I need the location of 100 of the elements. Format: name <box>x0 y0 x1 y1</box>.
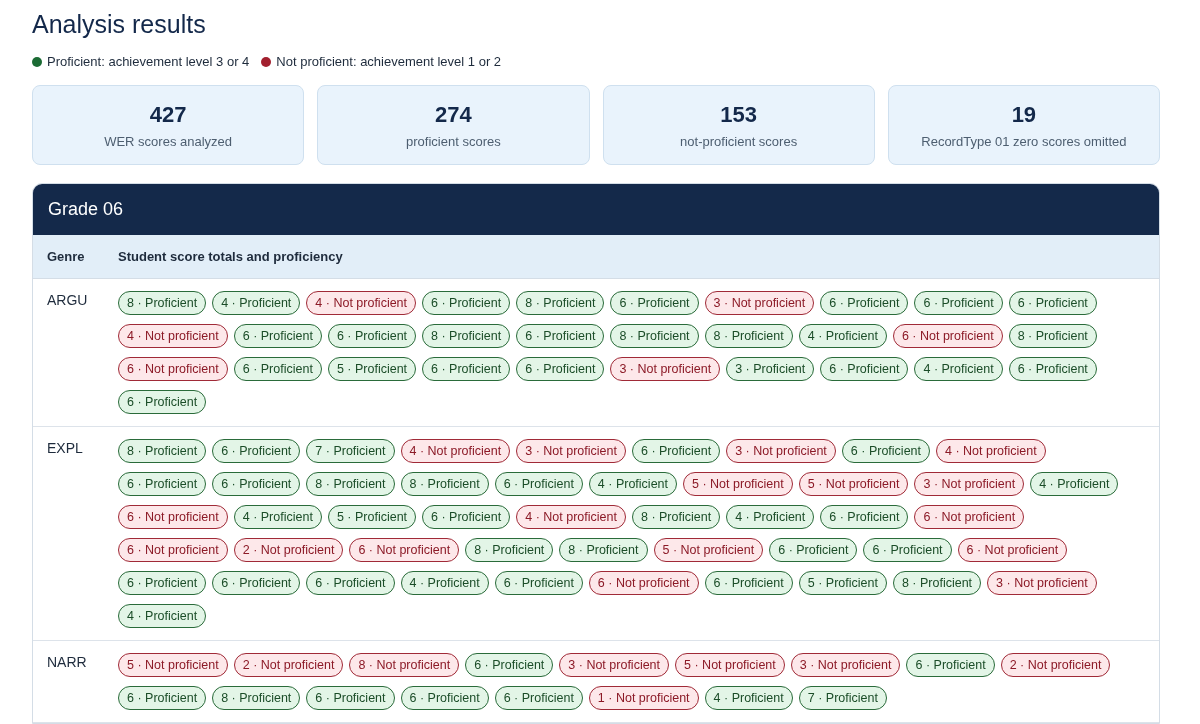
legend-label: Not proficient: achievement level 1 or 2 <box>276 54 502 69</box>
score-chip: 4 · Proficient <box>798 324 887 348</box>
score-chip: 6 · Proficient <box>306 571 395 595</box>
score-chip: 4 · Not proficient <box>516 505 626 529</box>
score-chip: 6 · Proficient <box>1008 291 1097 315</box>
column-header: Student score totals and proficiency <box>118 249 343 264</box>
score-chip: 8 · Proficient <box>400 472 489 496</box>
score-chip: 6 · Proficient <box>704 571 793 595</box>
score-chip: 4 · Proficient <box>588 472 678 496</box>
score-chip: 6 · Proficient <box>422 291 511 315</box>
stat-label: proficient scores <box>406 133 501 149</box>
score-chip: 8 · Proficient <box>306 472 395 496</box>
score-chip: 6 · Proficient <box>233 324 322 348</box>
score-chip: 4 · Not proficient <box>306 291 417 315</box>
score-chip: 2 · Not proficient <box>233 538 344 562</box>
score-chip: 6 · Proficient <box>327 324 417 348</box>
score-chip: 4 · Proficient <box>233 505 322 529</box>
score-chip: 2 · Not proficient <box>1000 653 1111 677</box>
score-chip: 6 · Proficient <box>906 653 995 677</box>
genre-cell-text: NARR <box>47 653 87 670</box>
score-chip: 6 · Not proficient <box>118 538 228 562</box>
score-chip: 6 · Proficient <box>118 390 207 414</box>
score-chip: 8 · Proficient <box>212 686 301 710</box>
score-chip: 8 · Proficient <box>516 291 605 315</box>
stat-value: 274 <box>435 101 472 128</box>
score-chip: 3 · Proficient <box>726 357 815 381</box>
score-chip: 6 · Proficient <box>769 538 858 562</box>
score-chip: 6 · Proficient <box>118 686 207 710</box>
score-chip: 4 · Proficient <box>704 686 793 710</box>
score-chip: 7 · Proficient <box>798 686 887 710</box>
score-chip: 6 · Proficient <box>914 291 1003 315</box>
score-chip: 8 · Proficient <box>631 505 721 529</box>
score-chip: 8 · Proficient <box>559 538 648 562</box>
score-chip: 6 · Proficient <box>1008 357 1097 381</box>
score-chip: 5 · Not proficient <box>683 472 793 496</box>
score-chip: 5 · Not proficient <box>798 472 909 496</box>
score-chip: 8 · Proficient <box>704 324 793 348</box>
score-chip: 4 · Not proficient <box>118 324 228 348</box>
page-title: Analysis results <box>32 9 207 40</box>
score-chip: 4 · Not proficient <box>400 439 511 463</box>
score-chip: 7 · Proficient <box>306 439 395 463</box>
score-chip: 3 · Not proficient <box>516 439 626 463</box>
score-chip: 8 · Not proficient <box>349 653 460 677</box>
score-chip: 6 · Proficient <box>306 686 395 710</box>
score-chip: 8 · Proficient <box>465 538 554 562</box>
score-chip: 6 · Proficient <box>212 472 301 496</box>
score-chip: 4 · Proficient <box>914 357 1003 381</box>
stat-value: 427 <box>149 101 187 128</box>
score-chip: 6 · Proficient <box>863 538 952 562</box>
score-chip: 8 · Proficient <box>422 324 511 348</box>
score-chip: 6 · Proficient <box>494 472 583 496</box>
score-chip: 3 · Not proficient <box>914 472 1025 496</box>
score-chip: 8 · Proficient <box>1008 324 1097 348</box>
score-chip: 4 · Proficient <box>1030 472 1119 496</box>
score-chip: 6 · Proficient <box>118 571 207 595</box>
score-chip: 6 · Proficient <box>820 291 909 315</box>
stat-value: 153 <box>720 101 757 128</box>
score-chip: 6 · Proficient <box>516 357 605 381</box>
score-chip: 6 · Proficient <box>494 686 583 710</box>
score-chip: 8 · Proficient <box>892 571 982 595</box>
score-chip: 8 · Proficient <box>118 439 207 463</box>
score-chip: 6 · Proficient <box>631 439 721 463</box>
score-chip: 6 · Proficient <box>212 439 301 463</box>
score-chip: 6 · Proficient <box>610 291 699 315</box>
score-chip: 6 · Proficient <box>841 439 930 463</box>
score-chip: 6 · Not proficient <box>118 505 228 529</box>
score-chip: 3 · Not proficient <box>726 439 836 463</box>
score-chip: 8 · Proficient <box>118 291 207 315</box>
score-chip: 1 · Not proficient <box>588 686 699 710</box>
score-chip: 6 · Proficient <box>400 686 489 710</box>
score-chip: 5 · Not proficient <box>675 653 785 677</box>
score-chip: 6 · Proficient <box>212 571 301 595</box>
score-chip: 4 · Not proficient <box>936 439 1046 463</box>
genre-cell-text: ARGU <box>47 291 88 308</box>
score-chip: 6 · Proficient <box>820 357 909 381</box>
stat-label: not-proficient scores <box>680 133 798 149</box>
score-chip: 4 · Proficient <box>118 604 207 628</box>
score-chip: 5 · Proficient <box>327 357 417 381</box>
score-chip: 2 · Not proficient <box>233 653 344 677</box>
score-chip: 4 · Proficient <box>212 291 301 315</box>
score-chip: 6 · Proficient <box>465 653 554 677</box>
legend-label: Proficient: achievement level 3 or 4 <box>47 54 250 69</box>
stat-value: 19 <box>1011 101 1037 128</box>
score-chip: 4 · Proficient <box>400 571 489 595</box>
score-chip: 3 · Not proficient <box>610 357 721 381</box>
score-chip: 6 · Not proficient <box>118 357 228 381</box>
score-chip: 5 · Not proficient <box>118 653 228 677</box>
stat-label: WER scores analyzed <box>104 133 233 149</box>
score-chip: 5 · Not proficient <box>653 538 764 562</box>
score-chip: 6 · Proficient <box>494 571 583 595</box>
score-chip: 3 · Not proficient <box>790 653 901 677</box>
grade-title: Grade 06 <box>33 184 1159 235</box>
score-chip: 6 · Not proficient <box>914 505 1025 529</box>
score-chip: 6 · Proficient <box>820 505 909 529</box>
score-chip: 6 · Not proficient <box>957 538 1068 562</box>
score-chip: 6 · Proficient <box>422 505 511 529</box>
score-chip: 5 · Proficient <box>327 505 417 529</box>
score-chip: 5 · Proficient <box>798 571 887 595</box>
score-chip: 6 · Proficient <box>233 357 322 381</box>
score-chip: 4 · Proficient <box>726 505 815 529</box>
